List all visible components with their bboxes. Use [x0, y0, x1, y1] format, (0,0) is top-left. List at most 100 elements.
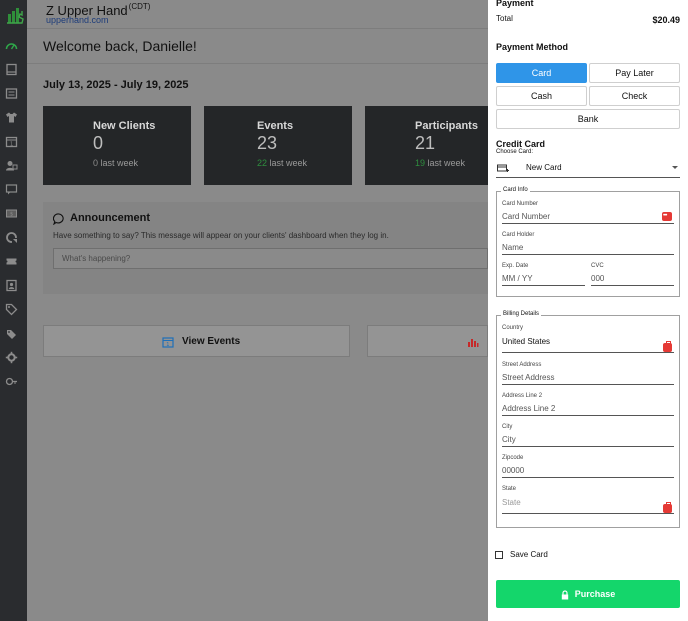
billing-legend: Billing Details [501, 311, 542, 317]
cash-icon[interactable]: $ [5, 207, 18, 220]
calendar-icon: 1 [162, 336, 174, 348]
stat-last-week: 22 last week [257, 158, 307, 168]
payment-panel: Payment Total $20.49 Payment Method Card… [488, 0, 688, 621]
exp-date-input[interactable]: MM / YY [502, 272, 585, 286]
stat-last-week: 0 last week [93, 158, 138, 168]
stat-value: 23 [257, 133, 278, 153]
method-bank-button[interactable]: Bank [496, 109, 680, 129]
country-label: Country [502, 325, 524, 331]
list-icon[interactable] [5, 87, 18, 100]
chevron-down-icon [672, 166, 678, 169]
stat-label: Events [257, 120, 294, 132]
exp-date-label: Exp. Date [502, 263, 529, 269]
reports-tile[interactable] [367, 325, 488, 357]
announcement-description: Have something to say? This message will… [53, 231, 389, 240]
credit-card-add-icon [497, 163, 509, 173]
payment-method-title: Payment Method [496, 42, 569, 52]
tag-icon[interactable] [5, 303, 18, 316]
card-info-fieldset: Card Info Card Number Card Number Card H… [496, 187, 680, 297]
address-line2-label: Address Line 2 [502, 393, 543, 399]
state-label: State [502, 486, 517, 492]
password-manager-icon[interactable] [663, 341, 672, 352]
view-events-tile[interactable]: 1 View Events [43, 325, 350, 357]
dashboard-icon[interactable] [5, 40, 18, 53]
card-number-placeholder: Card Number [502, 212, 551, 221]
method-cash-button[interactable]: Cash [496, 86, 587, 106]
stat-last-week: 19 last week [415, 158, 465, 168]
announcement-card: Announcement Have something to say? This… [43, 202, 488, 294]
stat-last-label: last week [100, 158, 139, 168]
checkbox-box[interactable] [495, 550, 503, 559]
address-line2-input[interactable]: Address Line 2 [502, 402, 674, 416]
method-pay-later-button[interactable]: Pay Later [589, 63, 680, 83]
key-icon[interactable] [5, 375, 18, 388]
billing-details-fieldset: Billing Details Country United States St… [496, 311, 680, 528]
card-number-input[interactable]: Card Number [502, 209, 674, 224]
state-select[interactable]: State [502, 496, 674, 514]
city-input[interactable]: City [502, 433, 674, 447]
cvc-label: CVC [591, 263, 604, 269]
tags-icon[interactable] [5, 327, 18, 340]
card-info-legend: Card Info [501, 187, 530, 193]
chat-icon[interactable] [5, 183, 18, 196]
stat-last-label: last week [427, 158, 466, 168]
announcement-title: Announcement [70, 212, 151, 224]
save-card-label: Save Card [510, 550, 548, 559]
total-value: $20.49 [652, 15, 680, 25]
credit-card-title: Credit Card [496, 139, 546, 149]
state-placeholder: State [502, 498, 521, 507]
country-select[interactable]: United States [502, 335, 674, 353]
choose-card-select[interactable]: New Card [496, 158, 680, 178]
bottom-strip [27, 600, 488, 621]
stat-last-label: last week [269, 158, 308, 168]
shirt-icon[interactable] [5, 111, 18, 124]
ticket-icon[interactable] [5, 255, 18, 268]
stat-value: 0 [93, 133, 104, 153]
brand-timezone: (CDT) [128, 2, 151, 11]
stat-label: New Clients [93, 120, 156, 132]
lock-icon [561, 589, 569, 599]
choose-card-label: Choose Card: [496, 149, 534, 155]
password-manager-icon[interactable] [663, 502, 672, 513]
book-icon[interactable] [5, 63, 18, 76]
date-range: July 13, 2025 - July 19, 2025 [43, 79, 189, 91]
upper-hand-logo-icon[interactable] [6, 5, 24, 25]
save-card-checkbox[interactable]: Save Card [495, 550, 548, 559]
card-holder-label: Card Holder [502, 232, 535, 238]
brand-url[interactable]: upperhand.com [46, 15, 109, 25]
speech-bubble-icon [52, 213, 65, 226]
password-manager-icon[interactable] [662, 209, 672, 223]
welcome-bar: Welcome back, Danielle! [27, 30, 488, 64]
stat-last-value: 0 [93, 158, 99, 168]
card-holder-input[interactable]: Name [502, 241, 674, 255]
gear-icon[interactable] [5, 351, 18, 364]
method-check-button[interactable]: Check [589, 86, 680, 106]
zipcode-input[interactable]: 00000 [502, 464, 674, 478]
announcement-input[interactable]: What's happening? [53, 248, 488, 269]
purchase-label: Purchase [574, 589, 616, 599]
stat-last-value: 19 [415, 158, 426, 168]
calendar-icon[interactable]: 1 [5, 135, 18, 148]
svg-text:$: $ [10, 212, 13, 218]
stat-card-participants: Participants 21 19 last week [365, 106, 488, 185]
stat-label: Participants [415, 120, 478, 132]
stat-card-events: Events 23 22 last week [204, 106, 352, 185]
street-address-input[interactable]: Street Address [502, 371, 674, 385]
method-card-button[interactable]: Card [496, 63, 587, 83]
welcome-message: Welcome back, Danielle! [43, 38, 197, 54]
sidebar: 1 $ [0, 0, 27, 621]
zipcode-label: Zipcode [502, 455, 524, 461]
city-label: City [502, 424, 513, 430]
total-label: Total [496, 14, 513, 23]
bar-chart-icon [467, 336, 479, 348]
purchase-button[interactable]: Purchase [496, 580, 680, 608]
payment-title: Payment [496, 0, 534, 8]
svg-text:1: 1 [10, 142, 13, 148]
sync-icon[interactable] [5, 231, 18, 244]
street-address-label: Street Address [502, 362, 542, 368]
users-icon[interactable] [5, 159, 18, 172]
contacts-icon[interactable] [5, 279, 18, 292]
cvc-input[interactable]: 000 [591, 272, 674, 286]
view-events-label: View Events [182, 336, 241, 347]
svg-text:1: 1 [166, 342, 169, 348]
